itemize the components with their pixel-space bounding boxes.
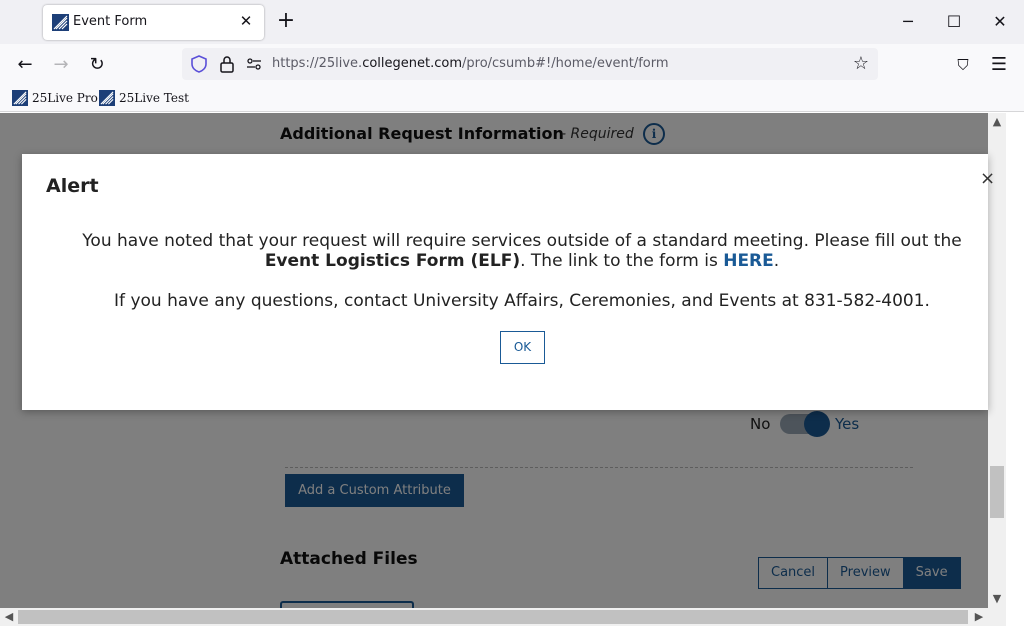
maximize-icon[interactable]: ☐ [942, 10, 966, 34]
ok-button[interactable]: OK [500, 331, 545, 364]
elf-form-name: Event Logistics Form (ELF) [264, 251, 521, 271]
bookmarks-toolbar: 25Live Pro 25Live Test [0, 86, 1024, 112]
horizontal-scrollbar[interactable]: ◀ ▶ [0, 608, 988, 626]
window-edge [1006, 113, 1024, 627]
alert-message: You have noted that your request will re… [22, 231, 1022, 271]
contact-message: If you have any questions, contact Unive… [114, 291, 930, 311]
back-icon[interactable]: ← [13, 53, 37, 77]
scroll-thumb[interactable] [990, 466, 1004, 518]
tab-strip: Event Form ✕ + ─ ☐ ✕ [0, 0, 1024, 44]
scroll-up-icon[interactable]: ▲ [988, 113, 1006, 131]
navigation-toolbar: ← → ↻ https://25live.collegenet.com/pro/… [0, 44, 1024, 86]
tab-event-form[interactable]: Event Form ✕ [43, 5, 264, 40]
bookmark-label: 25Live Test [119, 91, 189, 105]
scrollbar-corner [988, 608, 1006, 626]
close-tab-icon[interactable]: ✕ [236, 11, 256, 31]
address-bar[interactable]: https://25live.collegenet.com/pro/csumb#… [182, 48, 878, 80]
menu-icon[interactable]: ☰ [987, 53, 1011, 77]
scroll-right-icon[interactable]: ▶ [970, 608, 988, 626]
25live-favicon-icon [12, 90, 28, 106]
bookmark-star-icon[interactable]: ☆ [850, 53, 872, 75]
message-text: . [773, 251, 780, 271]
url-path: /pro/csumb#!/home/event/form [462, 56, 669, 71]
25live-favicon-icon [99, 90, 115, 106]
bookmark-label: 25Live Pro [32, 91, 98, 105]
permissions-icon[interactable] [246, 56, 262, 72]
pocket-icon[interactable]: ⛉ [951, 53, 975, 77]
close-icon[interactable]: × [980, 168, 995, 189]
alert-dialog: Alert × You have noted that your request… [22, 154, 995, 410]
reload-icon[interactable]: ↻ [85, 53, 109, 77]
elf-form-link[interactable]: HERE [723, 251, 774, 271]
url-prefix: https://25live. [272, 56, 363, 71]
dialog-title: Alert [46, 175, 99, 197]
lock-icon[interactable] [219, 55, 235, 73]
bookmark-25live-test[interactable]: 25Live Test [99, 90, 189, 106]
minimize-icon[interactable]: ─ [896, 10, 920, 34]
url-host: collegenet.com [362, 56, 462, 71]
message-text: You have noted that your request will re… [82, 231, 962, 251]
message-text: . The link to the form is [520, 251, 724, 271]
forward-icon[interactable]: → [49, 53, 73, 77]
tab-title: Event Form [73, 14, 148, 29]
bookmark-25live-pro[interactable]: 25Live Pro [12, 90, 98, 106]
scroll-down-icon[interactable]: ▼ [988, 590, 1006, 608]
25live-favicon-icon [52, 14, 69, 31]
url-text[interactable]: https://25live.collegenet.com/pro/csumb#… [272, 56, 669, 71]
close-window-icon[interactable]: ✕ [988, 10, 1012, 34]
scroll-thumb[interactable] [18, 610, 968, 624]
new-tab-icon[interactable]: + [275, 10, 297, 32]
tracking-protection-shield-icon[interactable] [190, 55, 208, 73]
scroll-left-icon[interactable]: ◀ [0, 608, 18, 626]
